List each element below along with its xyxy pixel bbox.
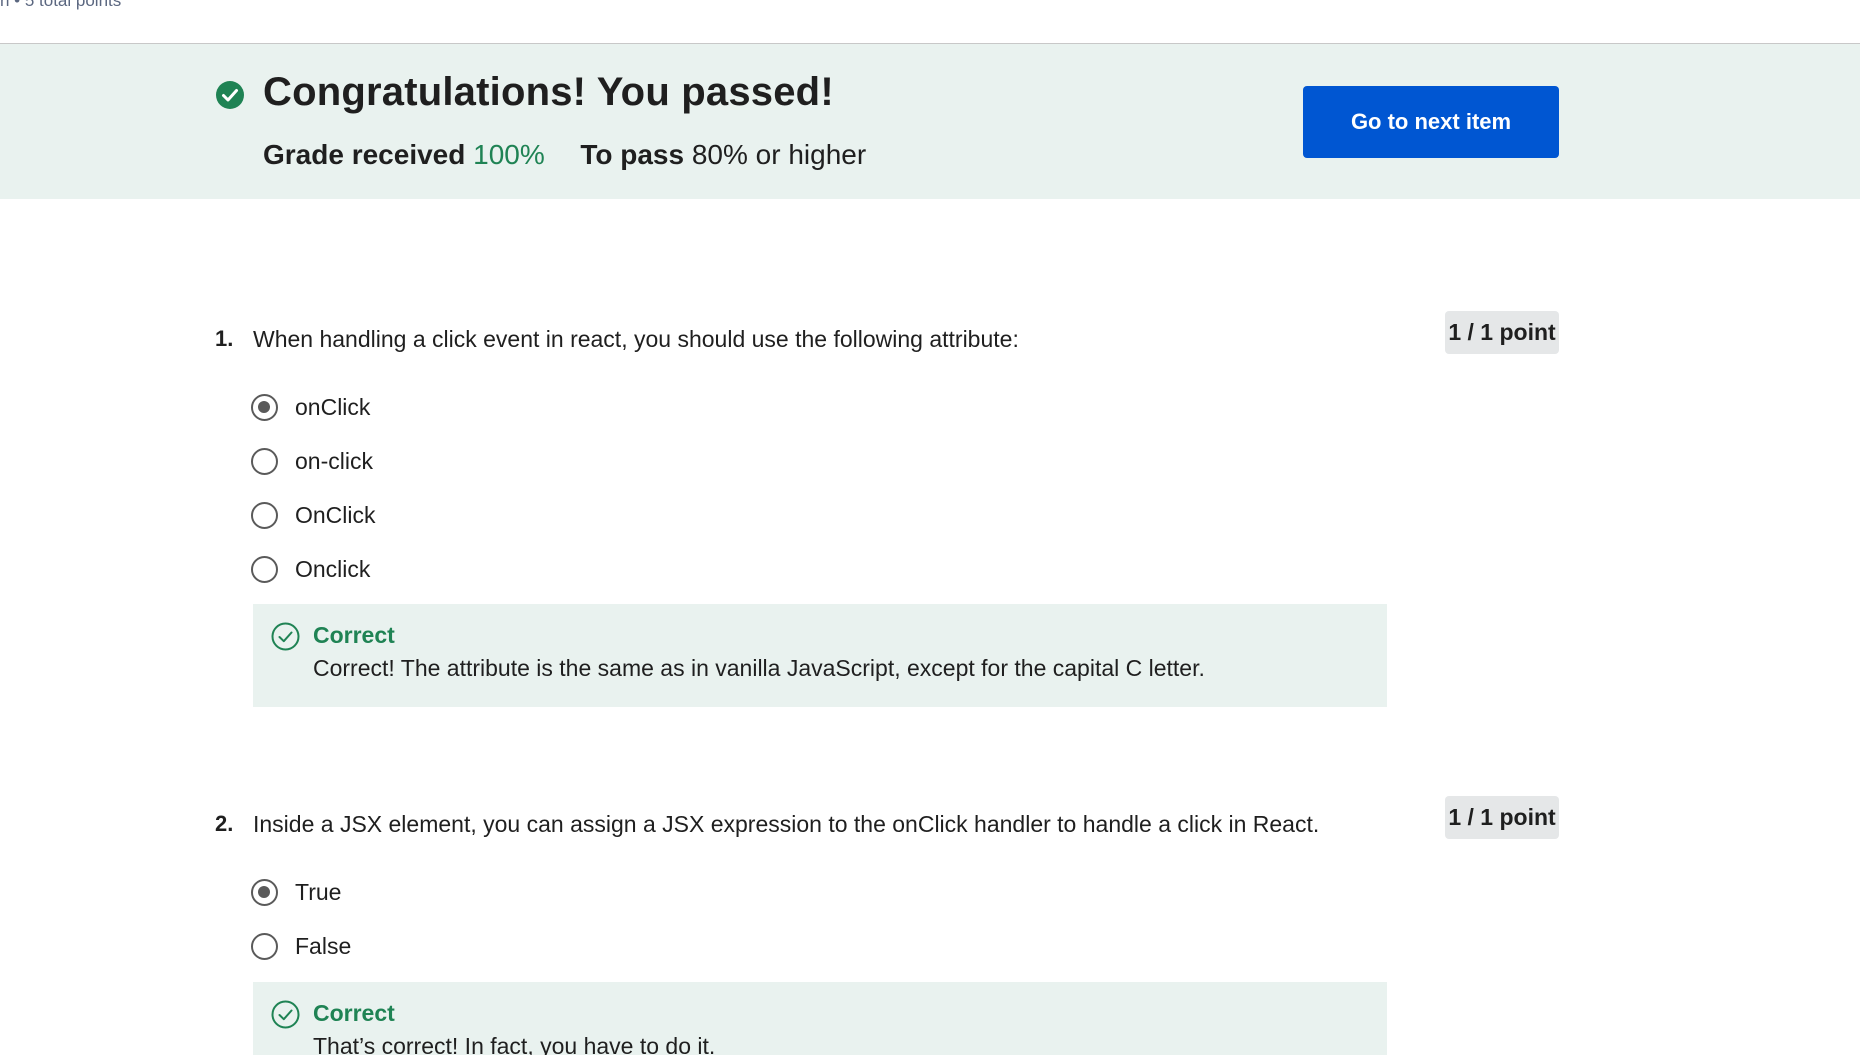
result-banner: Congratulations! You passed! Grade recei… bbox=[0, 44, 1860, 199]
assignment-meta: n • 5 total points bbox=[0, 0, 122, 10]
option-onclick-lower[interactable]: Onclick bbox=[251, 552, 370, 586]
radio-button[interactable] bbox=[251, 555, 278, 583]
feedback-text: That’s correct! In fact, you have to do … bbox=[313, 1033, 716, 1055]
grade-summary: Grade received 100% To pass 80% or highe… bbox=[263, 139, 866, 171]
question-number: 1. bbox=[215, 326, 234, 351]
option-label: False bbox=[295, 932, 352, 959]
question-text: When handling a click event in react, yo… bbox=[253, 326, 1019, 352]
question-text: Inside a JSX element, you can assign a J… bbox=[253, 811, 1320, 837]
radio-button[interactable] bbox=[251, 447, 278, 475]
option-label: onClick bbox=[295, 393, 371, 420]
feedback-text: Correct! The attribute is the same as in… bbox=[313, 655, 1205, 681]
check-circle-icon bbox=[216, 81, 244, 109]
feedback-correct: Correct That’s correct! In fact, you hav… bbox=[253, 982, 1387, 1055]
option-label: OnClick bbox=[295, 501, 376, 528]
feedback-correct: Correct Correct! The attribute is the sa… bbox=[253, 604, 1387, 707]
top-bar: n • 5 total points bbox=[0, 0, 1860, 44]
question-number: 2. bbox=[215, 811, 234, 836]
pass-threshold-value: 80% or higher bbox=[691, 139, 867, 170]
points-badge: 1 / 1 point bbox=[1445, 796, 1559, 839]
check-circle-outline-icon bbox=[271, 622, 300, 651]
option-label: True bbox=[295, 878, 342, 905]
radio-button[interactable] bbox=[251, 501, 278, 529]
go-to-next-item-button[interactable]: Go to next item bbox=[1303, 86, 1559, 158]
points-badge: 1 / 1 point bbox=[1445, 311, 1559, 354]
result-title: Congratulations! You passed! bbox=[263, 70, 834, 114]
feedback-title: Correct bbox=[313, 1000, 395, 1026]
option-label: on-click bbox=[295, 447, 373, 474]
grade-received-value: 100% bbox=[473, 139, 545, 170]
option-label: Onclick bbox=[295, 555, 371, 582]
check-circle-outline-icon bbox=[271, 1000, 300, 1029]
radio-button[interactable] bbox=[251, 932, 278, 960]
pass-threshold-label: To pass bbox=[580, 139, 685, 170]
feedback-title: Correct bbox=[313, 622, 395, 648]
grade-received-label: Grade received bbox=[263, 139, 466, 170]
radio-button-selected[interactable] bbox=[251, 393, 278, 421]
radio-button-selected[interactable] bbox=[251, 878, 278, 906]
option-true[interactable]: True bbox=[251, 875, 341, 909]
option-false[interactable]: False bbox=[251, 929, 351, 963]
option-onclick[interactable]: onClick bbox=[251, 390, 370, 424]
option-on-click[interactable]: on-click bbox=[251, 444, 373, 478]
option-onclick-capital[interactable]: OnClick bbox=[251, 498, 376, 532]
